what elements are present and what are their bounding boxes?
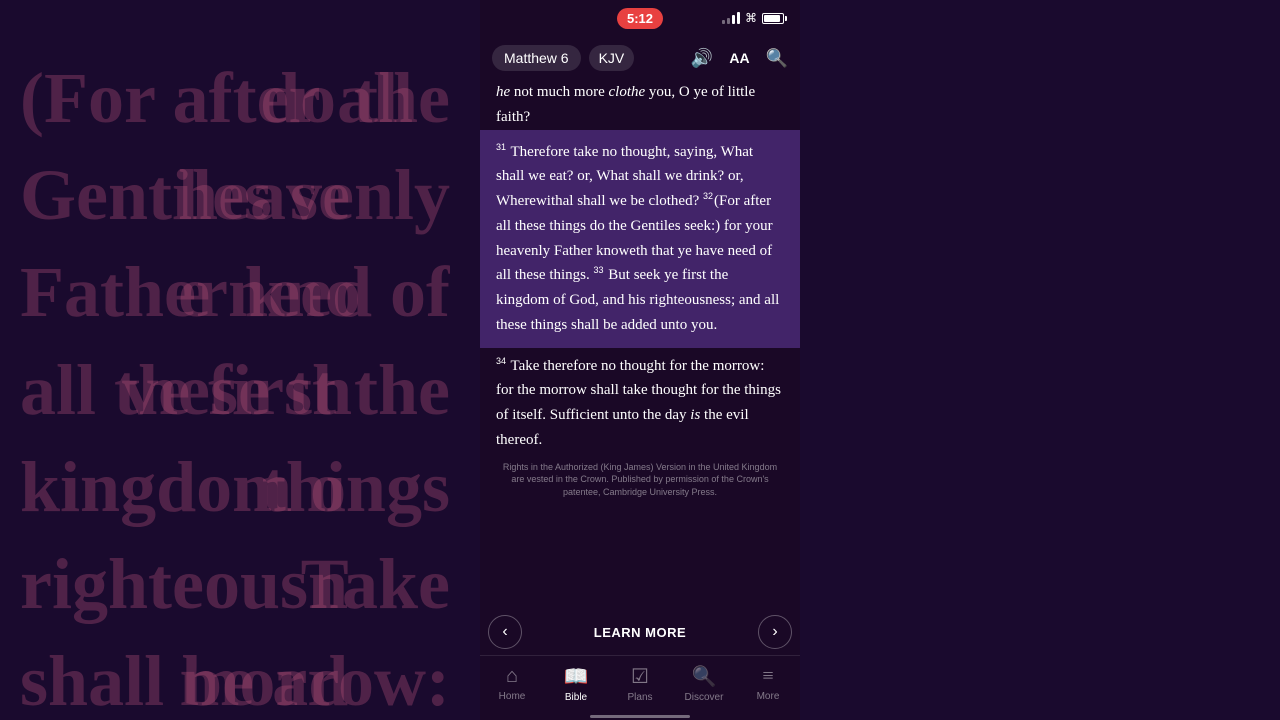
tab-bible[interactable]: 📖 Bible bbox=[544, 664, 608, 703]
learn-more-button[interactable]: LEARN MORE bbox=[522, 625, 758, 640]
nav-bar: Matthew 6 KJV 🔊 AA 🔍 bbox=[480, 36, 800, 80]
status-icons: ⌘ bbox=[722, 11, 784, 26]
wifi-icon: ⌘ bbox=[745, 11, 757, 26]
italic-is: is bbox=[690, 407, 700, 423]
status-bar: 5:12 ⌘ bbox=[480, 0, 800, 36]
copyright-text: Rights in the Authorized (King James) Ve… bbox=[480, 453, 800, 507]
battery-icon bbox=[762, 13, 784, 24]
signal-icon bbox=[722, 12, 740, 24]
chapter-nav: ‹ LEARN MORE › bbox=[480, 609, 800, 655]
post-highlight-text: 34 Take therefore no thought for the mor… bbox=[480, 348, 800, 453]
background-text-right: do the heavenly e need of ve first the t… bbox=[0, 0, 480, 720]
verse-num-31: 31 bbox=[496, 142, 506, 152]
discover-icon: 🔍 bbox=[692, 664, 717, 689]
pre-highlight-text: he not much more clothe you, O ye of lit… bbox=[480, 80, 800, 130]
tab-plans-label: Plans bbox=[627, 692, 652, 703]
home-indicator-bar bbox=[590, 715, 690, 718]
verse-num-32: 32 bbox=[703, 191, 713, 201]
tab-discover-label: Discover bbox=[685, 692, 724, 703]
tab-discover[interactable]: 🔍 Discover bbox=[672, 664, 736, 703]
tab-home-label: Home bbox=[499, 691, 526, 702]
bible-icon: 📖 bbox=[564, 664, 589, 689]
background-text-left: (For after all Gentiles se Father kno al… bbox=[0, 0, 480, 720]
tab-more-label: More bbox=[757, 691, 780, 702]
scripture-container: he not much more clothe you, O ye of lit… bbox=[480, 80, 800, 609]
italic-clothe: clothe bbox=[609, 84, 646, 100]
tab-home[interactable]: ⌂ Home bbox=[480, 665, 544, 702]
tab-more[interactable]: ≡ More bbox=[736, 665, 800, 702]
phone-container: 5:12 ⌘ Matthew 6 KJV 🔊 AA 🔍 he not much … bbox=[480, 0, 800, 720]
verse-num-33: 33 bbox=[594, 265, 604, 275]
status-time: 5:12 bbox=[617, 8, 663, 29]
nav-icons: 🔊 AA 🔍 bbox=[691, 48, 788, 69]
font-size-icon[interactable]: AA bbox=[729, 50, 749, 66]
verse-num-34: 34 bbox=[496, 356, 506, 366]
tab-bar: ⌂ Home 📖 Bible ☑ Plans 🔍 Discover ≡ More bbox=[480, 655, 800, 715]
home-indicator bbox=[480, 715, 800, 720]
more-icon: ≡ bbox=[762, 665, 773, 688]
italic-he: he bbox=[496, 84, 510, 100]
version-button[interactable]: KJV bbox=[589, 45, 635, 71]
home-icon: ⌂ bbox=[506, 665, 518, 688]
scripture-text: he not much more clothe you, O ye of lit… bbox=[480, 80, 800, 609]
tab-bible-label: Bible bbox=[565, 692, 587, 703]
tab-plans[interactable]: ☑ Plans bbox=[608, 664, 672, 703]
prev-chapter-button[interactable]: ‹ bbox=[488, 615, 522, 649]
search-icon[interactable]: 🔍 bbox=[766, 48, 788, 69]
audio-icon[interactable]: 🔊 bbox=[691, 48, 713, 69]
highlighted-passage: 31 Therefore take no thought, saying, Wh… bbox=[480, 130, 800, 348]
next-chapter-button[interactable]: › bbox=[758, 615, 792, 649]
plans-icon: ☑ bbox=[631, 664, 649, 689]
chapter-button[interactable]: Matthew 6 bbox=[492, 45, 581, 71]
